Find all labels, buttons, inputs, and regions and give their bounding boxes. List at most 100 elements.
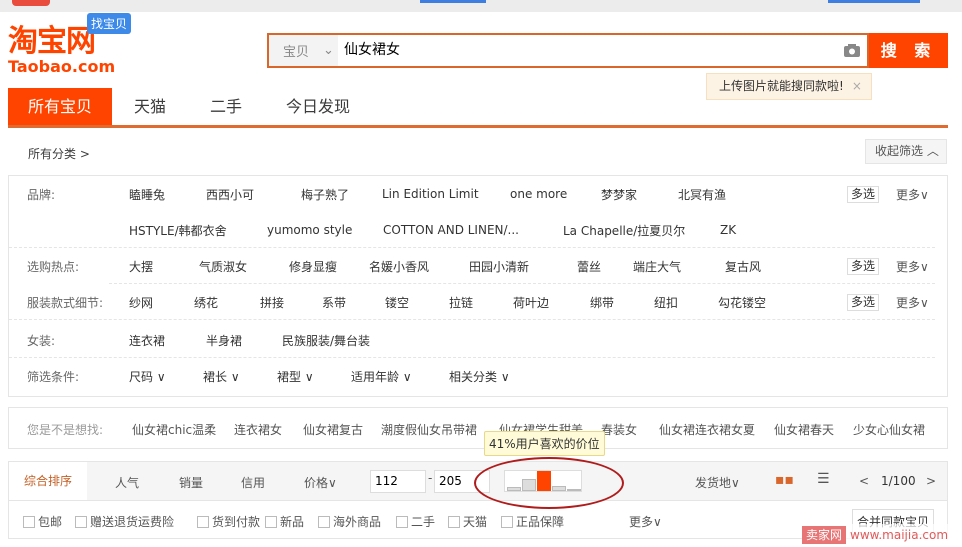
suggest-link[interactable]: 仙女裙复古 xyxy=(303,421,363,438)
filter-option[interactable]: 名媛小香风 xyxy=(369,258,429,275)
sort-default[interactable]: 综合排序 xyxy=(9,462,87,500)
breadcrumb[interactable]: 所有分类 > xyxy=(28,145,90,162)
search-category-select[interactable]: 宝贝 ⌄ xyxy=(269,35,338,66)
filter-option[interactable]: ZK xyxy=(720,223,736,237)
checkbox-icon[interactable] xyxy=(501,515,513,528)
filter-option[interactable]: one more xyxy=(510,187,567,201)
filter-option[interactable]: 西西小可 xyxy=(206,186,254,203)
checkbox-icon[interactable] xyxy=(318,515,330,528)
sort-credit[interactable]: 信用 xyxy=(241,474,265,491)
search-button[interactable]: 搜 索 xyxy=(869,33,948,68)
watermark-url: www.maijia.com xyxy=(850,528,949,542)
multi-select-button[interactable]: 多选 xyxy=(847,257,880,275)
filter-option[interactable]: 北冥有渔 xyxy=(678,186,726,203)
page-indicator: 1/100 xyxy=(881,474,916,488)
nav-tab[interactable]: 二手 xyxy=(188,88,264,125)
filter-option[interactable]: 相关分类 ∨ xyxy=(449,368,510,385)
filter-row: 品牌: 瞌睡兔 西西小可 梅子熟了 Lin Edition Limit one more 梦… xyxy=(9,176,949,212)
option-checkbox[interactable]: 包邮 xyxy=(23,513,62,530)
ship-location-dropdown[interactable]: 发货地∨ xyxy=(695,474,740,491)
sort-price[interactable]: 价格∨ xyxy=(304,474,337,491)
checkbox-icon[interactable] xyxy=(448,515,460,528)
filter-option[interactable]: 勾花镂空 xyxy=(718,294,766,311)
filter-option[interactable]: 拉链 xyxy=(449,294,473,311)
sort-sales[interactable]: 销量 xyxy=(179,474,203,491)
filter-option[interactable]: 蕾丝 xyxy=(577,258,601,275)
checkbox-icon[interactable] xyxy=(265,515,277,528)
camera-icon[interactable] xyxy=(837,35,867,66)
multi-select-button[interactable]: 多选 xyxy=(847,185,880,203)
option-checkbox[interactable]: 新品 xyxy=(265,513,304,530)
filter-option[interactable]: 复古风 xyxy=(725,258,761,275)
filter-option[interactable]: 适用年龄 ∨ xyxy=(351,368,412,385)
filter-option[interactable]: 端庄大气 xyxy=(633,258,681,275)
checkbox-icon[interactable] xyxy=(396,515,408,528)
option-checkbox[interactable]: 赠送退货运费险 xyxy=(75,513,174,530)
suggest-link[interactable]: 仙女裙连衣裙女夏 xyxy=(659,421,755,438)
collapse-filter-button[interactable]: 收起筛选 ︿ xyxy=(865,139,947,164)
option-checkbox[interactable]: 正品保障 xyxy=(501,513,564,530)
filter-option[interactable]: La Chapelle/拉夏贝尔 xyxy=(563,222,685,239)
sort-popularity[interactable]: 人气 xyxy=(115,474,139,491)
filter-option[interactable]: 大摆 xyxy=(129,258,153,275)
filter-option[interactable]: Lin Edition Limit xyxy=(382,187,479,201)
suggest-link[interactable]: 潮度假仙女吊带裙 xyxy=(381,421,477,438)
filter-option[interactable]: 绑带 xyxy=(590,294,614,311)
checkbox-label: 货到付款 xyxy=(212,515,261,529)
filter-option[interactable]: 瞌睡兔 xyxy=(129,186,165,203)
filter-option[interactable]: 裙型 ∨ xyxy=(277,368,314,385)
filter-option[interactable]: 民族服装/舞台装 xyxy=(282,332,370,349)
more-button[interactable]: 更多∨ xyxy=(896,258,929,275)
filter-option[interactable]: 纽扣 xyxy=(654,294,678,311)
search-box: 宝贝 ⌄ 仙女裙女 xyxy=(267,33,869,68)
options-more-button[interactable]: 更多∨ xyxy=(629,513,662,530)
filter-option[interactable]: 荷叶边 xyxy=(513,294,549,311)
more-button[interactable]: 更多∨ xyxy=(896,186,929,203)
next-page-icon[interactable]: > xyxy=(926,474,936,488)
nav-tab[interactable]: 天猫 xyxy=(112,88,188,125)
suggest-link[interactable]: 春装女 xyxy=(601,421,637,438)
filter-option[interactable]: 气质淑女 xyxy=(199,258,247,275)
filter-option[interactable]: HSTYLE/韩都衣舍 xyxy=(129,222,227,239)
filter-option[interactable]: 纱网 xyxy=(129,294,153,311)
filter-option[interactable]: 半身裙 xyxy=(206,332,242,349)
suggest-link[interactable]: 连衣裙女 xyxy=(234,421,282,438)
more-button[interactable]: 更多∨ xyxy=(896,294,929,311)
checkbox-icon[interactable] xyxy=(75,515,87,528)
filter-option[interactable]: 镂空 xyxy=(385,294,409,311)
filter-option[interactable]: 尺码 ∨ xyxy=(129,368,166,385)
suggest-label: 您是不是想找: xyxy=(27,423,104,437)
nav-tab[interactable]: 今日发现 xyxy=(264,88,372,125)
filter-option[interactable]: 绣花 xyxy=(194,294,218,311)
filter-option[interactable]: 梅子熟了 xyxy=(301,186,349,203)
suggest-link[interactable]: 少女心仙女裙 xyxy=(853,421,925,438)
highlight-ellipse xyxy=(474,457,624,509)
filter-option[interactable]: yumomo style xyxy=(267,223,352,237)
filter-option[interactable]: 修身显瘦 xyxy=(289,258,337,275)
filter-option[interactable]: 拼接 xyxy=(260,294,284,311)
filter-option[interactable]: 梦梦家 xyxy=(601,186,637,203)
filter-option[interactable]: COTTON AND LINEN/... xyxy=(383,223,519,237)
option-checkbox[interactable]: 二手 xyxy=(396,513,435,530)
filter-option[interactable]: 连衣裙 xyxy=(129,332,165,349)
watermark: 卖家网 www.maijia.com xyxy=(802,524,962,547)
multi-select-button[interactable]: 多选 xyxy=(847,293,880,311)
price-min-input[interactable]: 112 xyxy=(370,470,426,493)
prev-page-icon[interactable]: < xyxy=(859,474,869,488)
search-input[interactable]: 仙女裙女 xyxy=(338,35,837,66)
list-view-icon[interactable]: ☰ xyxy=(817,471,830,487)
filter-row: 女装: 连衣裙 半身裙 民族服装/舞台装 xyxy=(9,322,949,358)
filter-option[interactable]: 裙长 ∨ xyxy=(203,368,240,385)
suggest-link[interactable]: 仙女裙春天 xyxy=(774,421,834,438)
nav-tab[interactable]: 所有宝贝 xyxy=(8,88,113,125)
checkbox-icon[interactable] xyxy=(197,515,209,528)
checkbox-icon[interactable] xyxy=(23,515,35,528)
category-label: 宝贝 xyxy=(283,45,310,60)
filter-option[interactable]: 田园小清新 xyxy=(469,258,529,275)
suggest-link[interactable]: 仙女裙chic温柔 xyxy=(132,421,216,438)
option-checkbox[interactable]: 天猫 xyxy=(448,513,487,530)
option-checkbox[interactable]: 货到付款 xyxy=(197,513,260,530)
grid-view-icon[interactable]: ▪▪ xyxy=(775,472,794,488)
filter-option[interactable]: 系带 xyxy=(322,294,346,311)
option-checkbox[interactable]: 海外商品 xyxy=(318,513,381,530)
